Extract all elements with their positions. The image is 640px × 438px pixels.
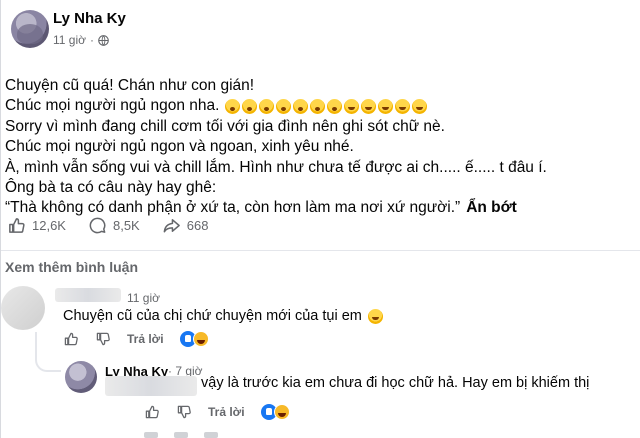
engagement-bar: 12,6K 8,5K 668 (7, 216, 230, 235)
reply-author-avatar[interactable] (65, 361, 97, 393)
open-mouth-emoji-icon (259, 99, 275, 115)
haha-reaction-icon (273, 404, 290, 420)
post-meta: 11 giờ · (53, 33, 109, 47)
dislike-icon[interactable] (176, 404, 192, 420)
open-mouth-emoji-icon (293, 99, 309, 115)
reply-text: vậy là trước kia em chưa đi học chữ hả. … (201, 375, 590, 391)
comment-actions: Trả lời (63, 331, 209, 347)
view-more-comments-link[interactable]: Xem thêm bình luận (5, 259, 138, 275)
comment-icon (89, 217, 106, 234)
share-stat[interactable]: 668 (162, 216, 209, 235)
open-mouth-emoji-icon (327, 99, 343, 115)
like-icon[interactable] (63, 331, 79, 347)
comment-count: 8,5K (112, 218, 140, 233)
reaction-summary[interactable] (260, 404, 290, 420)
reaction-summary[interactable] (179, 331, 209, 347)
like-icon[interactable] (144, 432, 158, 438)
haha-reaction-icon (192, 331, 209, 347)
see-less-link[interactable]: Ẩn bớt (466, 198, 517, 218)
open-mouth-emoji-icon (276, 99, 292, 115)
post-line: Sorry vì mình đang chill cơm tối với gia… (5, 117, 445, 135)
commenter-name-redacted[interactable] (55, 288, 121, 302)
dislike-icon[interactable] (174, 432, 188, 438)
post-line: Chúc mọi người ngủ ngon và ngoan, xinh y… (5, 138, 354, 156)
like-stat[interactable]: 12,6K (7, 216, 66, 235)
post-panel: Ly Nha Ky 11 giờ · Chuyện cũ quá! Chán n… (0, 0, 640, 438)
like-count: 12,6K (32, 218, 66, 233)
reply-actions: Trả lời (144, 404, 290, 420)
wink-emoji-icon (395, 99, 411, 115)
mentioned-name-redacted[interactable] (105, 376, 197, 396)
reply-thread-line (35, 332, 61, 372)
like-icon (9, 218, 25, 233)
post-line: Ông bà ta có câu này hay ghê: (5, 179, 217, 197)
reply-button[interactable]: Trả lời (208, 405, 245, 419)
post-time[interactable]: 11 giờ (53, 33, 86, 47)
comment-time[interactable]: 11 giờ (127, 291, 160, 305)
share-count: 668 (186, 218, 209, 233)
post-line-with-emoji: Chúc mọi người ngủ ngon nha. (5, 96, 635, 116)
wink-emoji-icon (412, 99, 428, 115)
grin-emoji-icon (367, 308, 383, 324)
post-line: À, mình vẫn sống vui và chill lắm. Hình … (5, 158, 547, 176)
divider (1, 250, 640, 251)
like-icon[interactable] (144, 404, 160, 420)
post-author[interactable]: Ly Nha Ky (53, 10, 126, 27)
wink-emoji-icon (361, 99, 377, 115)
commenter-avatar[interactable] (1, 286, 45, 330)
author-avatar[interactable] (11, 10, 49, 48)
open-mouth-emoji-icon (242, 99, 258, 115)
globe-icon (98, 34, 109, 46)
comment-text: Chuyện cũ của chị chứ chuyện mới của tụi… (63, 308, 383, 324)
dislike-icon[interactable] (95, 331, 111, 347)
post-line: Chuyện cũ quá! Chán như con gián! (5, 77, 255, 94)
post-line-text: Chúc mọi người ngủ ngon nha. (5, 97, 220, 115)
comment-text-body: Chuyện cũ của chị chứ chuyện mới của tụi… (63, 308, 362, 324)
reply-button[interactable]: Trả lời (127, 332, 164, 346)
post-body: Chuyện cũ quá! Chán như con gián! Chúc m… (5, 76, 635, 219)
share-icon (163, 219, 180, 233)
comment-stat[interactable]: 8,5K (88, 216, 140, 235)
open-mouth-emoji-icon (310, 99, 326, 115)
next-comment-actions-cut-off (144, 432, 218, 438)
wink-emoji-icon (344, 99, 360, 115)
emoji-row (225, 99, 428, 115)
wink-emoji-icon (378, 99, 394, 115)
reply-button[interactable] (204, 432, 218, 438)
open-mouth-emoji-icon (225, 99, 241, 115)
